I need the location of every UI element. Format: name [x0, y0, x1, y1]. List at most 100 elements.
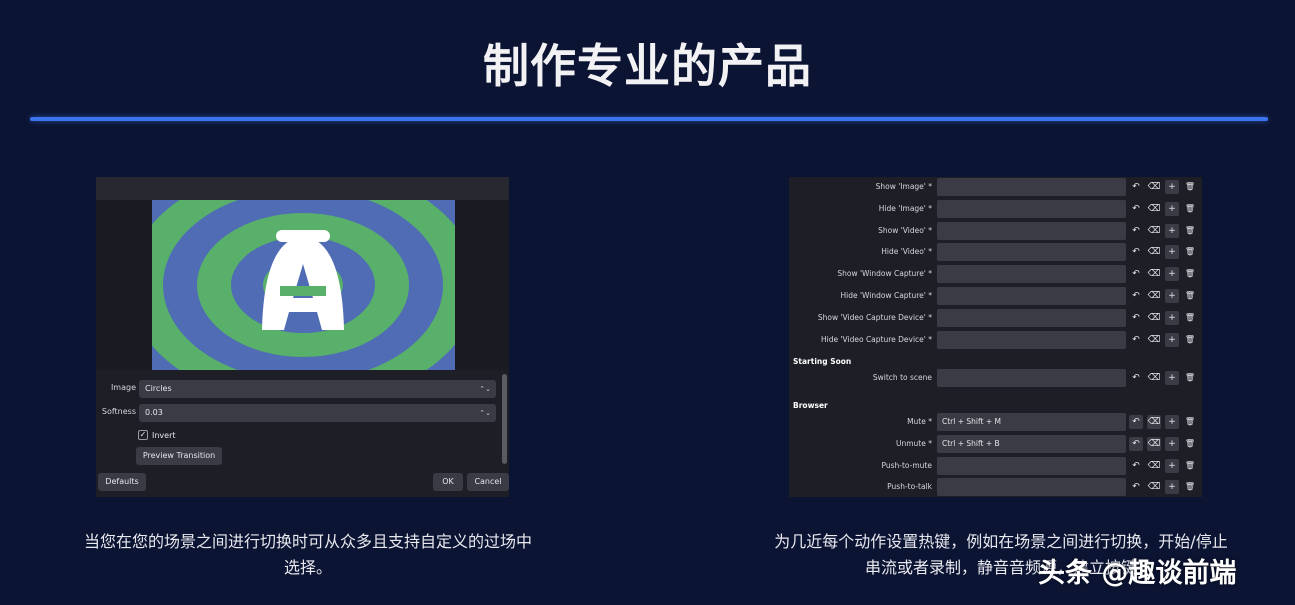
hotkey-label: Show 'Video' *: [878, 225, 932, 235]
hotkey-label: Hide 'Image' *: [878, 203, 932, 213]
revert-icon[interactable]: ↶: [1129, 180, 1143, 194]
clear-icon[interactable]: ⌫: [1147, 415, 1161, 429]
add-icon[interactable]: +: [1165, 332, 1179, 347]
trash-icon[interactable]: 🗑: [1183, 311, 1197, 325]
hotkey-input[interactable]: [937, 199, 1126, 218]
hotkey-input[interactable]: [937, 178, 1126, 196]
revert-icon[interactable]: ↶: [1129, 371, 1143, 385]
revert-icon[interactable]: ↶: [1129, 311, 1143, 325]
add-icon[interactable]: +: [1165, 415, 1179, 429]
clear-icon[interactable]: ⌫: [1147, 267, 1161, 281]
hotkey-row: Hide 'Video Capture Device' * ↶ ⌫ + 🗑: [789, 330, 1202, 350]
invert-label: Invert: [152, 431, 176, 440]
hotkey-input[interactable]: [937, 287, 1126, 305]
trash-icon[interactable]: 🗑: [1183, 437, 1197, 451]
clear-icon[interactable]: ⌫: [1147, 245, 1161, 259]
hotkey-row: Hide 'Window Capture' * ↶ ⌫ + 🗑: [789, 286, 1202, 306]
cancel-button[interactable]: Cancel: [467, 473, 509, 491]
hotkey-input[interactable]: [937, 369, 1126, 387]
hotkey-input[interactable]: Ctrl + Shift + M: [937, 413, 1126, 431]
trash-icon[interactable]: 🗑: [1183, 459, 1197, 473]
hotkey-input[interactable]: [937, 265, 1126, 284]
trash-icon[interactable]: 🗑: [1183, 245, 1197, 259]
clear-icon[interactable]: ⌫: [1147, 436, 1161, 451]
circles-transition-canvas: [152, 200, 455, 370]
revert-icon[interactable]: ↶: [1129, 245, 1143, 259]
revert-icon[interactable]: ↶: [1129, 415, 1143, 429]
add-icon[interactable]: +: [1165, 436, 1179, 451]
add-icon[interactable]: +: [1165, 245, 1179, 260]
invert-checkbox[interactable]: ✓: [138, 430, 148, 440]
clear-icon[interactable]: ⌫: [1147, 202, 1161, 216]
hotkey-row: Hide 'Video' * ↶ ⌫ + 🗑: [789, 242, 1202, 262]
preview-transition-button[interactable]: Preview Transition: [136, 447, 222, 465]
hotkey-label: Hide 'Window Capture' *: [840, 291, 932, 300]
hotkey-input[interactable]: [937, 243, 1126, 262]
add-icon[interactable]: +: [1165, 180, 1179, 194]
panel-topbar: [96, 177, 509, 200]
add-icon[interactable]: +: [1165, 223, 1179, 238]
clear-icon[interactable]: ⌫: [1147, 180, 1161, 194]
scrollbar[interactable]: [502, 374, 507, 464]
hotkey-input[interactable]: [937, 221, 1126, 240]
revert-icon[interactable]: ↶: [1129, 436, 1143, 451]
hotkey-label: Mute *: [907, 417, 932, 426]
clear-icon[interactable]: ⌫: [1147, 311, 1161, 325]
clear-icon[interactable]: ⌫: [1147, 224, 1161, 238]
hotkey-label: Hide 'Video Capture Device' *: [821, 334, 932, 344]
clear-icon[interactable]: ⌫: [1147, 371, 1161, 385]
revert-icon[interactable]: ↶: [1129, 459, 1143, 473]
add-icon[interactable]: +: [1165, 201, 1179, 216]
clear-icon[interactable]: ⌫: [1147, 459, 1161, 473]
hotkey-row: Mute * Ctrl + Shift + M ↶ ⌫ + 🗑: [789, 412, 1202, 432]
trash-icon[interactable]: 🗑: [1183, 333, 1197, 347]
add-icon[interactable]: +: [1165, 267, 1179, 282]
page-title: 制作专业的产品: [483, 39, 812, 93]
revert-icon[interactable]: ↶: [1129, 202, 1143, 216]
trash-icon[interactable]: 🗑: [1183, 224, 1197, 238]
hotkey-row: Push-to-mute ↶ ⌫ + 🗑: [789, 456, 1202, 476]
hotkey-label: Show 'Video Capture Device' *: [817, 312, 932, 322]
hotkey-row: Show 'Video' * ↶ ⌫ + 🗑: [789, 221, 1202, 241]
trash-icon[interactable]: 🗑: [1183, 480, 1197, 494]
transition-settings-panel: Image Circles ⌃⌄ Softness 0.03 ⌃⌄ ✓ Inve…: [96, 177, 509, 497]
revert-icon[interactable]: ↶: [1129, 480, 1143, 494]
trash-icon[interactable]: 🗑: [1183, 371, 1197, 385]
image-select[interactable]: Circles ⌃⌄: [139, 380, 496, 398]
revert-icon[interactable]: ↶: [1129, 267, 1143, 281]
hotkey-input[interactable]: [937, 478, 1126, 497]
section-heading: Starting Soon: [793, 357, 852, 366]
spin-arrows-icon[interactable]: ⌃⌄: [479, 404, 491, 422]
add-icon[interactable]: +: [1165, 371, 1179, 385]
hotkey-input[interactable]: [937, 308, 1126, 327]
add-icon[interactable]: +: [1165, 289, 1179, 303]
left-caption: 当您在您的场景之间进行切换时可从众多且支持自定义的过场中选择。: [83, 532, 532, 577]
ok-button[interactable]: OK: [433, 473, 463, 491]
add-icon[interactable]: +: [1165, 480, 1179, 495]
add-icon[interactable]: +: [1165, 458, 1179, 473]
trash-icon[interactable]: 🗑: [1183, 180, 1197, 194]
clear-icon[interactable]: ⌫: [1147, 333, 1161, 347]
revert-icon[interactable]: ↶: [1129, 333, 1143, 347]
revert-icon[interactable]: ↶: [1129, 289, 1143, 303]
defaults-button[interactable]: Defaults: [98, 473, 146, 491]
trash-icon[interactable]: 🗑: [1183, 415, 1197, 429]
trash-icon[interactable]: 🗑: [1183, 267, 1197, 281]
hotkey-input[interactable]: Ctrl + Shift + B: [937, 434, 1126, 453]
add-icon[interactable]: +: [1165, 310, 1179, 325]
softness-spinbox[interactable]: 0.03 ⌃⌄: [139, 404, 496, 422]
hotkey-input[interactable]: [937, 330, 1126, 349]
hotkey-label: Show 'Image' *: [875, 182, 932, 191]
hotkey-row: Show 'Image' * ↶ ⌫ + 🗑: [789, 177, 1202, 197]
section-heading: Browser: [793, 401, 828, 410]
hotkey-input[interactable]: [937, 456, 1126, 475]
hotkey-label: Switch to scene: [872, 373, 932, 382]
clear-icon[interactable]: ⌫: [1147, 289, 1161, 303]
clear-icon[interactable]: ⌫: [1147, 480, 1161, 494]
softness-value: 0.03: [145, 408, 163, 417]
trash-icon[interactable]: 🗑: [1183, 202, 1197, 216]
trash-icon[interactable]: 🗑: [1183, 289, 1197, 303]
hotkey-label: Hide 'Video' *: [881, 247, 932, 257]
hotkeys-panel: Show 'Image' * ↶ ⌫ + 🗑 Hide 'Image' * ↶ ⌫ + 🗑 Show…: [789, 177, 1202, 497]
revert-icon[interactable]: ↶: [1129, 224, 1143, 238]
